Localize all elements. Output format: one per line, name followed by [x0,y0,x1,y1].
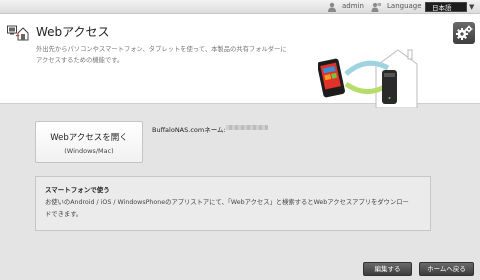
nas-name-value [226,125,268,130]
open-button-sublabel: (Windows/Mac) [64,147,114,155]
edit-button[interactable]: 編集する [363,262,412,276]
user-name[interactable]: admin [342,2,364,10]
open-button-label: Webアクセスを開く [50,133,128,143]
open-web-access-button[interactable]: Webアクセスを開く (Windows/Mac) [35,121,143,163]
page-title: Webアクセス [36,25,110,39]
back-to-home-button[interactable]: ホームへ戻る [419,262,474,276]
smartphone-description: お使いのAndroid / iOS / WindowsPhoneのアプリストアに… [45,197,423,221]
web-access-illustration [318,49,418,108]
page-header: Webアクセス 外出先からパソコンやスマートフォン、タブレットを使って、本製品の… [0,14,480,108]
settings-button[interactable] [453,22,475,44]
top-bar: admin Language 日本語 ▼ [0,0,480,14]
smartphone-panel: スマートフォンで使う お使いのAndroid / iOS / WindowsPh… [35,176,431,231]
smartphone-text-line: ドできます。 [45,211,83,218]
smartphone-text-line: お使いのAndroid / iOS / WindowsPhoneのアプリストアに… [45,199,409,206]
chevron-down-icon[interactable]: ▼ [469,3,474,11]
user-icon [328,2,336,12]
nas-name-label: BuffaloNAS.comネーム: [152,126,226,134]
web-access-icon [7,25,29,41]
language-label: Language [387,2,422,10]
smartphone-title: スマートフォンで使う [45,186,110,194]
gear-icon [456,25,473,40]
language-select[interactable]: 日本語 [425,2,467,12]
page-description: 外出先からパソコンやスマートフォン、タブレットを使って、本製品の共有フォルダーに… [36,44,326,66]
description-line: アクセスするための機能です。 [36,57,124,64]
language-icon [371,3,381,12]
description-line: 外出先からパソコンやスマートフォン、タブレットを使って、本製品の共有フォルダーに [36,46,287,53]
